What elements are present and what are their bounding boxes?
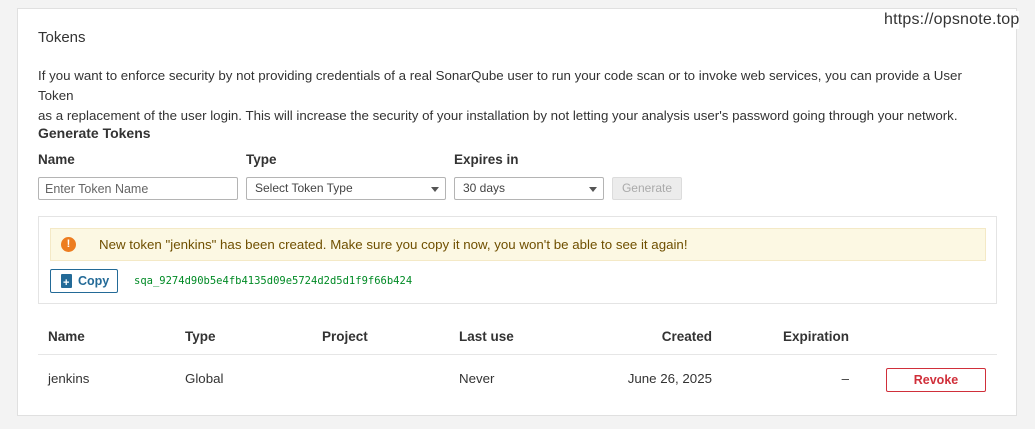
column-header-type: Type xyxy=(185,329,216,344)
table-divider xyxy=(38,354,997,355)
column-header-name: Name xyxy=(48,329,85,344)
expires-select[interactable]: 30 days xyxy=(454,177,604,200)
tokens-panel: Tokens If you want to enforce security b… xyxy=(17,8,1017,416)
generate-button[interactable]: Generate xyxy=(612,177,682,200)
token-value: sqa_9274d90b5e4fb4135d09e5724d2d5d1f9f66… xyxy=(134,275,413,287)
copy-label: Copy xyxy=(78,274,110,288)
section-title: Tokens xyxy=(38,29,86,46)
expires-value: 30 days xyxy=(463,181,506,195)
row-expiration: – xyxy=(841,371,849,386)
expires-label: Expires in xyxy=(454,152,519,167)
new-token-box: ! New token "jenkins" has been created. … xyxy=(38,216,997,304)
revoke-button[interactable]: Revoke xyxy=(886,368,986,392)
column-header-created: Created xyxy=(661,329,712,344)
column-header-last-use: Last use xyxy=(459,329,514,344)
row-name: jenkins xyxy=(48,371,90,386)
chevron-down-icon xyxy=(431,187,439,192)
alert-message: New token "jenkins" has been created. Ma… xyxy=(99,237,688,252)
token-type-select[interactable]: Select Token Type xyxy=(246,177,446,200)
type-label: Type xyxy=(246,152,277,167)
warning-icon: ! xyxy=(61,237,76,252)
column-header-project: Project xyxy=(322,329,368,344)
description-line-1: If you want to enforce security by not p… xyxy=(38,68,962,103)
token-type-value: Select Token Type xyxy=(255,181,353,195)
description-line-2: as a replacement of the user login. This… xyxy=(38,108,958,123)
token-name-input[interactable] xyxy=(38,177,238,200)
row-last-use: Never xyxy=(459,371,495,386)
chevron-down-icon xyxy=(589,187,597,192)
clipboard-icon xyxy=(61,272,72,294)
row-type: Global xyxy=(185,371,224,386)
description: If you want to enforce security by not p… xyxy=(38,66,988,126)
watermark-text: https://opsnote.top xyxy=(884,11,1020,29)
row-created: June 26, 2025 xyxy=(627,371,712,386)
generate-tokens-heading: Generate Tokens xyxy=(38,125,151,141)
copy-button[interactable]: Copy xyxy=(50,269,118,294)
name-label: Name xyxy=(38,152,75,167)
new-token-alert: ! New token "jenkins" has been created. … xyxy=(50,228,986,261)
column-header-expiration: Expiration xyxy=(782,329,849,344)
